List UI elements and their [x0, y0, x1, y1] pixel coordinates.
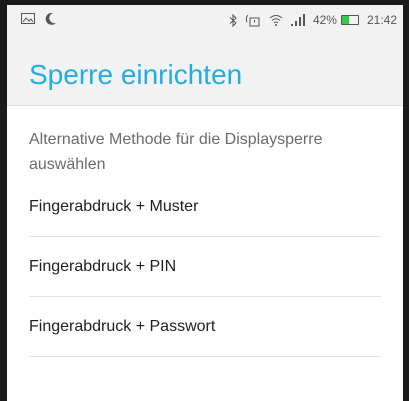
page-title: Sperre einrichten [29, 59, 243, 90]
status-bar: 42% 21:42 [7, 5, 403, 35]
option-fingerprint-pin[interactable]: Fingerabdruck + PIN [29, 237, 381, 297]
image-notification-icon [21, 13, 35, 27]
alarm-icon [245, 13, 261, 27]
battery-icon [340, 15, 359, 25]
option-fingerprint-pattern[interactable]: Fingerabdruck + Muster [29, 177, 381, 237]
battery-fill [341, 16, 349, 24]
battery-indicator: 42% [313, 13, 359, 27]
wifi-icon [269, 14, 283, 26]
battery-percent: 42% [312, 13, 337, 27]
moon-icon [45, 12, 57, 28]
option-fingerprint-password[interactable]: Fingerabdruck + Passwort [29, 297, 381, 357]
signal-icon [290, 14, 305, 26]
screen: 42% 21:42 Sperre einrichten Alternative … [0, 0, 409, 401]
instruction-text: Alternative Methode für die Displaysperr… [29, 131, 323, 173]
clock: 21:42 [366, 13, 397, 27]
app-header: Sperre einrichten [7, 35, 403, 106]
lock-method-list: Fingerabdruck + Muster Fingerabdruck + P… [29, 177, 381, 357]
bluetooth-icon [229, 13, 237, 27]
